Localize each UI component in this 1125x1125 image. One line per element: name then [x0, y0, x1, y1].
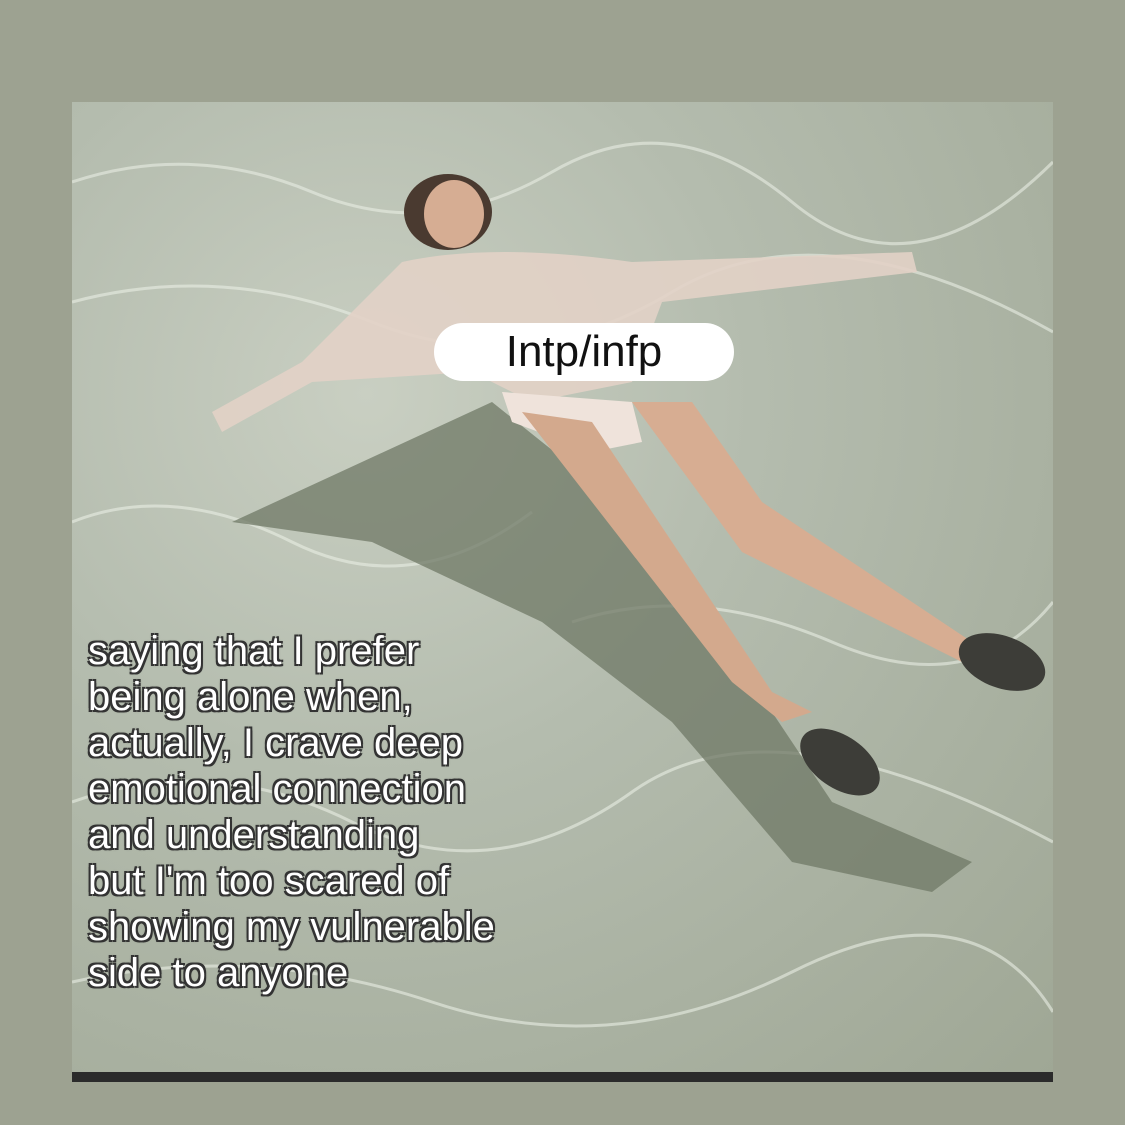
caption-line: emotional connection	[88, 767, 467, 811]
personality-label: Intp/infp	[434, 323, 734, 381]
caption-line: but I'm too scared of	[88, 859, 450, 903]
caption-line: actually, I crave deep	[88, 721, 464, 765]
caption-line: and understanding	[88, 813, 420, 857]
caption-line: showing my vulnerable	[88, 905, 495, 949]
bottom-bar	[72, 1072, 1053, 1082]
meme-caption: saying that I prefer being alone when, a…	[88, 628, 648, 996]
caption-line: saying that I prefer	[88, 629, 420, 673]
caption-line: being alone when,	[88, 675, 413, 719]
caption-line: side to anyone	[88, 951, 349, 995]
